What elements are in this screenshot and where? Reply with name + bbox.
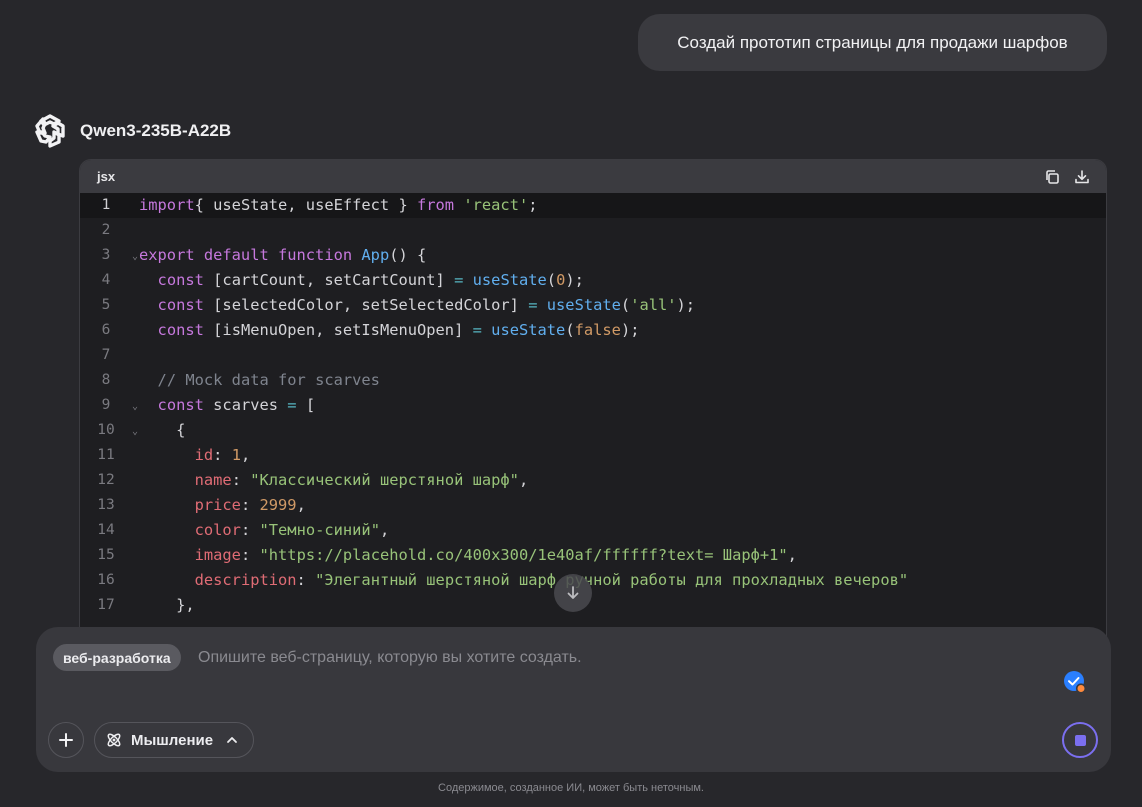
prompt-input[interactable] [198,644,998,671]
code-line: 10 ⌄ { [80,418,1106,443]
ai-disclaimer: Содержимое, созданное ИИ, может быть нет… [438,782,704,794]
code-line: 6 const [isMenuOpen, setIsMenuOpen] = us… [80,318,1106,343]
user-message-text: Создай прототип страницы для продажи шар… [677,32,1068,52]
line-number: 8 [101,372,111,388]
model-header: Qwen3-235B-A22B [32,113,231,149]
code-line: 14 color: "Темно-синий", [80,518,1106,543]
line-number: 10 ⌄ [80,418,138,443]
chevron-up-icon [227,737,238,743]
line-number: 12 [97,472,115,488]
code-text: { [139,421,186,439]
code-text: import{ useState, useEffect } from 'reac… [139,196,538,214]
code-line: 8 // Mock data for scarves [80,368,1106,393]
code-text: }, [139,596,195,614]
download-icon[interactable] [1074,169,1090,185]
mode-tag[interactable]: веб-разработка [53,644,181,671]
code-block: jsx 1 import{ useState, useEffect } from … [79,159,1107,639]
code-line: 13 price: 2999, [80,493,1106,518]
stop-generation-button[interactable] [1062,722,1098,758]
code-text: const [cartCount, setCartCount] = useSta… [157,271,584,289]
verified-check-icon[interactable] [1062,670,1086,694]
code-text: const scarves = [ [157,396,316,414]
code-language-label: jsx [97,169,116,184]
code-text: id: 1, [194,446,251,464]
code-text: price: 2999, [194,496,306,514]
line-number: 7 [101,347,111,363]
code-line: 5 const [selectedColor, setSelectedColor… [80,293,1106,318]
code-line: 4 const [cartCount, setCartCount] = useS… [80,268,1106,293]
code-line: 3 ⌄ export default function App() { [80,243,1106,268]
fold-chevron-icon[interactable]: ⌄ [132,394,138,419]
line-number: 3 ⌄ [80,243,138,268]
fold-chevron-icon[interactable]: ⌄ [132,419,138,444]
code-content[interactable]: 1 import{ useState, useEffect } from 'rea… [80,193,1106,618]
atom-icon [107,733,121,747]
line-number: 9 ⌄ [80,393,138,418]
code-text: image: "https://placehold.co/400x300/1e4… [194,546,797,564]
code-text: const [selectedColor, setSelectedColor] … [157,296,696,314]
code-block-header: jsx [80,160,1106,193]
code-text: description: "Элегантный шерстяной шарф … [194,571,909,589]
code-line: 2 [80,218,1106,243]
code-text: export default function App() { [139,246,427,264]
user-message-bubble: Создай прототип страницы для продажи шар… [638,14,1107,71]
model-name: Qwen3-235B-A22B [80,121,232,140]
code-text: color: "Темно-синий", [194,521,390,539]
code-line: 16 description: "Элегантный шерстяной ша… [80,568,1106,593]
line-number: 11 [97,447,115,463]
code-line: 9 ⌄ const scarves = [ [80,393,1106,418]
line-number: 6 [101,322,111,338]
stop-icon [1074,734,1086,746]
line-number: 5 [101,297,111,313]
qwen-logo-icon [35,114,65,148]
code-line: 17 }, [80,593,1106,618]
thinking-toggle-button[interactable]: Мышление [94,722,255,758]
code-line: 11 id: 1, [80,443,1106,468]
arrow-down-icon [567,586,579,599]
thinking-label: Мышление [131,731,214,749]
chat-composer: веб-разработка Мышление [36,627,1111,772]
attach-button[interactable] [48,722,84,758]
line-number: 16 [97,572,115,588]
line-number: 15 [97,547,115,563]
code-text: // Mock data for scarves [157,371,380,389]
code-line: 15 image: "https://placehold.co/400x300/… [80,543,1106,568]
line-number: 1 [101,197,111,213]
code-text: name: "Классический шерстяной шарф", [194,471,529,489]
fold-chevron-icon[interactable]: ⌄ [132,244,138,269]
code-line: 1 import{ useState, useEffect } from 'rea… [80,193,1106,218]
line-number: 2 [101,222,111,238]
scroll-to-bottom-button[interactable] [554,574,592,612]
line-number: 4 [101,272,111,288]
line-number: 17 [97,597,115,613]
code-line: 12 name: "Классический шерстяной шарф", [80,468,1106,493]
mode-tag-label: веб-разработка [63,649,171,666]
copy-icon[interactable] [1044,169,1060,185]
line-number: 13 [97,497,115,513]
line-number: 14 [97,522,115,538]
plus-icon [59,733,73,747]
code-line: 7 [80,343,1106,368]
code-text: const [isMenuOpen, setIsMenuOpen] = useS… [157,321,640,339]
